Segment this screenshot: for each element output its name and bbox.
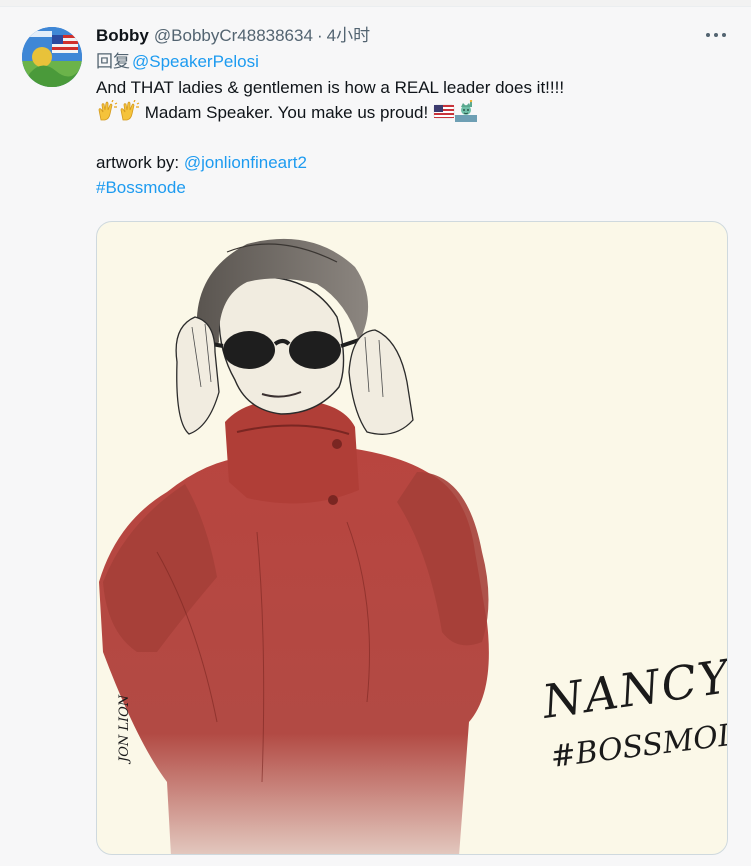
hashtag-line: #Bossmode — [96, 175, 729, 200]
hashtag-link[interactable]: #Bossmode — [96, 178, 186, 197]
tweet-text: And THAT ladies & gentlemen is how a REA… — [96, 75, 729, 200]
author-name[interactable]: Bobby — [96, 23, 149, 49]
reply-mention-link[interactable]: @SpeakerPelosi — [132, 52, 259, 71]
tweet-line-2: Madam Speaker. You make us proud! — [96, 100, 729, 125]
tweet-content: Bobby @BobbyCr48838634 · 4小时 回复 @SpeakerP… — [96, 23, 729, 200]
author-handle[interactable]: @BobbyCr48838634 — [154, 23, 313, 49]
artwork-prefix: artwork by: — [96, 153, 184, 172]
clapping-hands-icon — [118, 100, 140, 122]
timestamp[interactable]: 4小时 — [327, 23, 370, 49]
tweet-line-2-text: Madam Speaker. You make us proud! — [140, 103, 433, 122]
author-avatar[interactable] — [22, 27, 82, 87]
artist-signature: JON LION — [117, 694, 132, 762]
tweet-card[interactable]: Bobby @BobbyCr48838634 · 4小时 回复 @SpeakerP… — [0, 6, 751, 866]
tweet-image[interactable]: NANCY #BOSSMODE JON LION — [96, 221, 728, 855]
tweet-header: Bobby @BobbyCr48838634 · 4小时 — [96, 23, 729, 49]
tweet-line-1: And THAT ladies & gentlemen is how a REA… — [96, 78, 565, 97]
statue-of-liberty-icon — [454, 100, 477, 122]
more-options-icon[interactable] — [703, 25, 729, 45]
us-flag-icon — [433, 100, 455, 122]
artist-mention-link[interactable]: @jonlionfineart2 — [184, 153, 307, 172]
artwork-credit: artwork by: @jonlionfineart2 — [96, 150, 729, 175]
avatar-image — [22, 27, 82, 87]
reply-prefix: 回复 — [96, 52, 130, 71]
separator-dot: · — [316, 26, 323, 45]
reply-context: 回复 @SpeakerPelosi — [96, 49, 729, 75]
clapping-hands-icon — [96, 100, 118, 122]
